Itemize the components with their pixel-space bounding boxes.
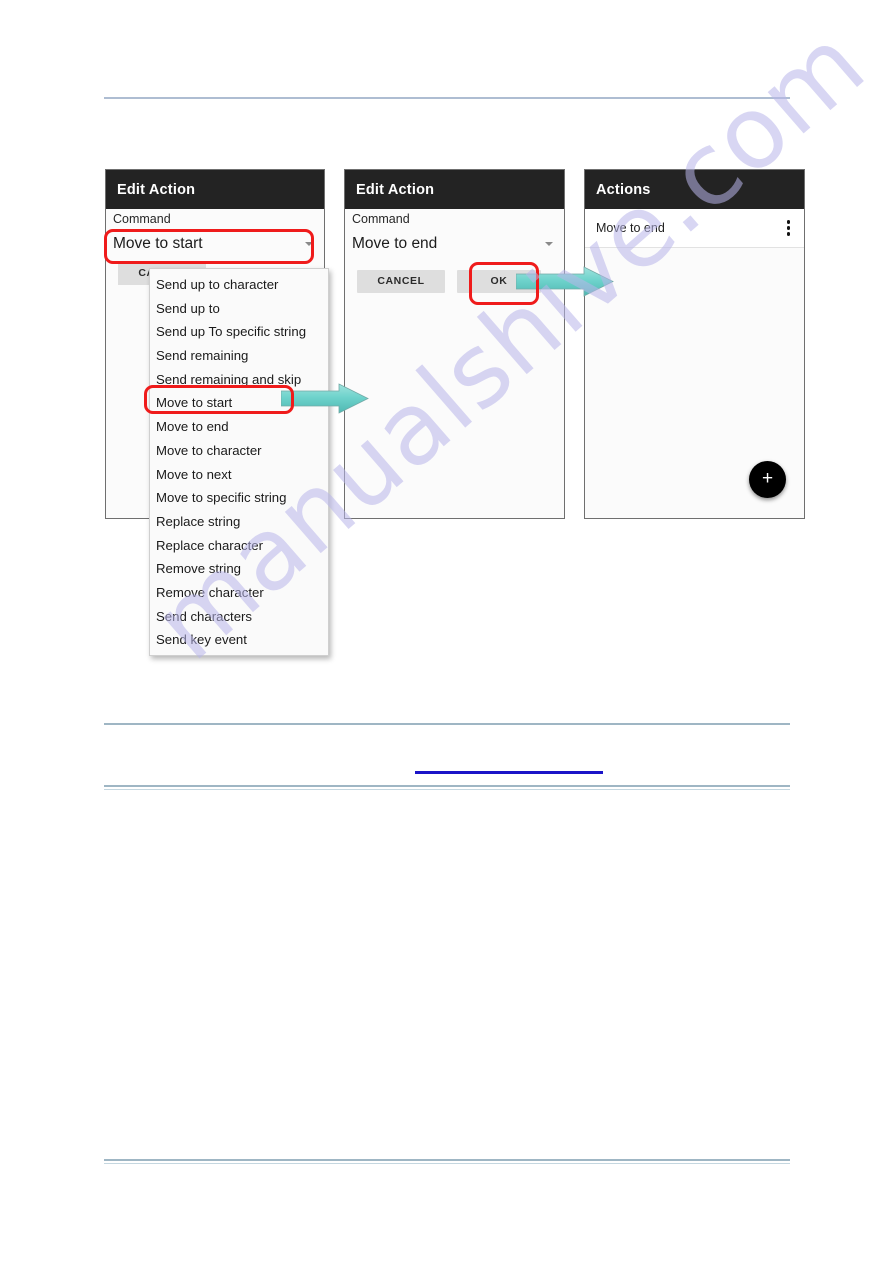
kebab-menu-icon[interactable] bbox=[784, 218, 793, 237]
plus-icon: + bbox=[761, 468, 774, 489]
left-appbar-title: Edit Action bbox=[117, 181, 196, 198]
page-bottom-rule-b bbox=[104, 1163, 790, 1164]
page-footer-rule-a bbox=[104, 785, 790, 787]
flow-arrow-1 bbox=[281, 383, 369, 414]
dropdown-item[interactable]: Replace string bbox=[150, 510, 328, 534]
page-footer-rule-b bbox=[104, 789, 790, 790]
middle-command-label: Command bbox=[352, 212, 410, 226]
table-row[interactable]: Move to end bbox=[585, 209, 804, 248]
dropdown-item[interactable]: Send characters bbox=[150, 605, 328, 629]
dropdown-item[interactable]: Move to specific string bbox=[150, 486, 328, 510]
dropdown-item[interactable]: Move to next bbox=[150, 463, 328, 487]
command-dropdown-list[interactable]: Send up to character Send up to Send up … bbox=[149, 268, 329, 656]
middle-command-spinner-value: Move to end bbox=[352, 235, 438, 252]
left-command-label: Command bbox=[113, 212, 171, 226]
chevron-down-icon bbox=[305, 242, 313, 246]
dropdown-item[interactable]: Send up To specific string bbox=[150, 320, 328, 344]
right-panel-body: Move to end + bbox=[585, 209, 804, 518]
right-appbar: Actions bbox=[585, 170, 804, 209]
dropdown-item[interactable]: Replace character bbox=[150, 534, 328, 558]
footer-link-underline[interactable] bbox=[415, 771, 603, 774]
chevron-down-icon bbox=[545, 242, 553, 246]
dropdown-item[interactable]: Send key event bbox=[150, 628, 328, 652]
dropdown-item[interactable]: Send remaining bbox=[150, 344, 328, 368]
cancel-button[interactable]: CANCEL bbox=[357, 270, 445, 293]
add-action-fab[interactable]: + bbox=[749, 461, 786, 498]
dropdown-item[interactable]: Send up to character bbox=[150, 273, 328, 297]
edit-action-dialog-middle: Edit Action Command Move to end CANCEL O… bbox=[344, 169, 565, 519]
dropdown-item[interactable]: Move to character bbox=[150, 439, 328, 463]
dropdown-item[interactable]: Remove character bbox=[150, 581, 328, 605]
left-appbar: Edit Action bbox=[106, 170, 324, 209]
page-footer-rule-upper bbox=[104, 723, 790, 725]
actions-screen: Actions Move to end + bbox=[584, 169, 805, 519]
dropdown-item[interactable]: Move to end bbox=[150, 415, 328, 439]
page-header-rule bbox=[104, 97, 790, 99]
middle-command-spinner[interactable]: Move to end bbox=[352, 232, 557, 256]
page-bottom-rule-a bbox=[104, 1159, 790, 1161]
middle-appbar: Edit Action bbox=[345, 170, 564, 209]
right-appbar-title: Actions bbox=[596, 181, 651, 198]
action-row-label: Move to end bbox=[596, 221, 665, 235]
middle-appbar-title: Edit Action bbox=[356, 181, 435, 198]
middle-panel-body: Command Move to end CANCEL OK bbox=[345, 209, 564, 518]
left-command-spinner-value: Move to start bbox=[113, 235, 203, 252]
flow-arrow-2 bbox=[516, 266, 614, 297]
dropdown-item[interactable]: Remove string bbox=[150, 557, 328, 581]
left-command-spinner[interactable]: Move to start bbox=[113, 232, 317, 256]
dropdown-item[interactable]: Send up to bbox=[150, 297, 328, 321]
